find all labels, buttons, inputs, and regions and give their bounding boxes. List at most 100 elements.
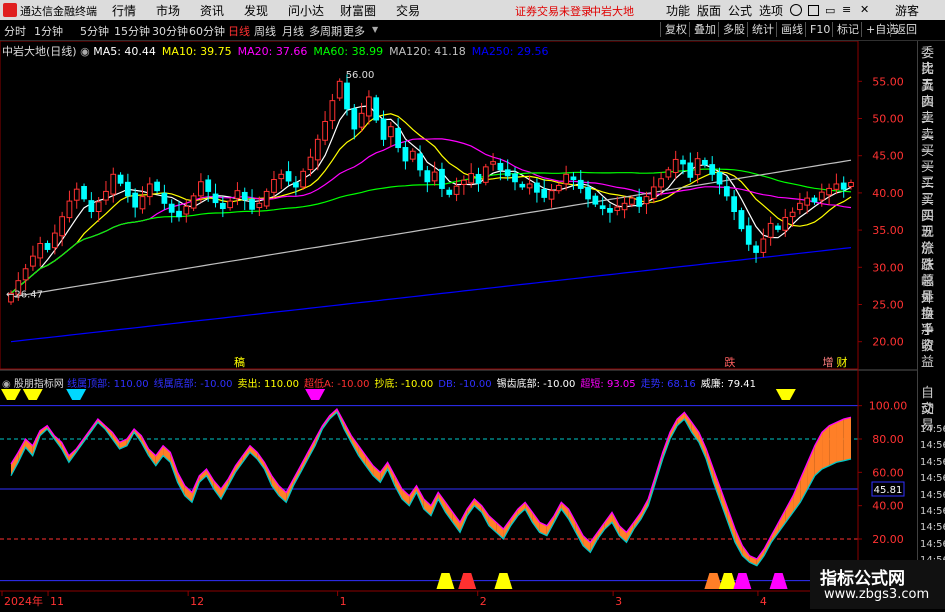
f10-button[interactable]: F10 xyxy=(805,22,834,37)
tab-daily[interactable]: 日线 xyxy=(228,23,250,39)
candle[interactable] xyxy=(59,216,66,237)
ma-settings-icon[interactable]: ◉ xyxy=(80,45,90,58)
more-dropdown-icon[interactable]: ▼ xyxy=(372,25,378,34)
candle[interactable] xyxy=(628,197,635,205)
candle[interactable] xyxy=(190,195,197,209)
event-mark[interactable]: 增 xyxy=(822,355,833,369)
menu-item-options[interactable]: 选项 xyxy=(759,2,783,19)
sell-signal-marker[interactable] xyxy=(775,389,796,400)
candle[interactable] xyxy=(37,242,44,259)
candle[interactable] xyxy=(66,200,73,219)
event-mark[interactable]: 稿 xyxy=(234,355,245,369)
candle[interactable] xyxy=(672,158,679,174)
candle[interactable] xyxy=(300,170,307,188)
menu-icon[interactable]: ≡ xyxy=(842,3,851,16)
candle[interactable] xyxy=(402,147,409,162)
candle[interactable] xyxy=(176,210,182,218)
restore-icon[interactable]: ▭ xyxy=(825,4,835,17)
candle[interactable] xyxy=(292,182,299,188)
candle[interactable] xyxy=(723,186,730,197)
candle[interactable] xyxy=(818,191,825,201)
candle[interactable] xyxy=(30,255,36,267)
tab-1min[interactable]: 1分钟 xyxy=(34,23,63,39)
draw-line-button[interactable]: 画线 xyxy=(776,22,807,37)
candle[interactable] xyxy=(431,171,438,182)
tab-30min[interactable]: 30分钟 xyxy=(152,23,188,39)
overlay-button[interactable]: 叠加 xyxy=(689,22,720,37)
tab-intraday[interactable]: 分时 xyxy=(4,23,26,39)
candle[interactable] xyxy=(504,169,511,177)
candle[interactable] xyxy=(198,181,204,197)
candle[interactable] xyxy=(212,193,219,204)
candle[interactable] xyxy=(51,232,58,249)
candle[interactable] xyxy=(680,159,686,165)
menu-item-market[interactable]: 市场 xyxy=(156,2,180,19)
indicator-settings-icon[interactable]: ◉ xyxy=(2,379,11,390)
candle[interactable] xyxy=(512,173,518,183)
candle[interactable] xyxy=(585,187,591,200)
candle[interactable] xyxy=(139,196,146,210)
candle[interactable] xyxy=(439,168,445,189)
menu-item-ask[interactable]: 问小达 xyxy=(288,2,324,19)
candle[interactable] xyxy=(738,210,745,230)
tab-5min[interactable]: 5分钟 xyxy=(80,23,109,39)
candle[interactable] xyxy=(373,97,380,121)
chart-svg[interactable]: 20.00 25.00 30.00 35.00 40.00 45.00 50.00 55.00… xyxy=(0,40,917,609)
candle[interactable] xyxy=(789,211,796,218)
candle[interactable] xyxy=(110,173,117,195)
indicator-name[interactable]: 股朋指标网 xyxy=(14,379,64,390)
menu-item-wealth[interactable]: 财富圈 xyxy=(340,2,376,19)
tab-more[interactable]: 更多 xyxy=(343,23,365,39)
candle[interactable] xyxy=(322,120,328,141)
candle[interactable] xyxy=(563,173,570,185)
candle[interactable] xyxy=(541,188,548,198)
candle[interactable] xyxy=(848,181,854,188)
candle[interactable] xyxy=(519,183,526,188)
candle[interactable] xyxy=(154,181,160,192)
candle[interactable] xyxy=(183,205,190,215)
candle[interactable] xyxy=(767,222,774,238)
candle[interactable] xyxy=(22,268,29,281)
tab-60min[interactable]: 60分钟 xyxy=(189,23,225,39)
menu-item-quotes[interactable]: 行情 xyxy=(112,2,136,19)
candle[interactable] xyxy=(577,179,584,189)
tab-weekly[interactable]: 周线 xyxy=(254,23,276,39)
sell-signal-marker[interactable] xyxy=(22,389,43,400)
candle[interactable] xyxy=(548,190,555,200)
candle[interactable] xyxy=(263,190,270,207)
candle[interactable] xyxy=(271,179,277,193)
candle[interactable] xyxy=(497,162,504,171)
candle[interactable] xyxy=(453,185,460,195)
candle[interactable] xyxy=(241,191,248,201)
candle[interactable] xyxy=(81,186,87,200)
candle[interactable] xyxy=(329,100,336,122)
candle[interactable] xyxy=(826,187,832,196)
candle[interactable] xyxy=(709,164,716,175)
sell-signal-marker[interactable] xyxy=(66,389,87,400)
candle[interactable] xyxy=(643,196,650,205)
candle[interactable] xyxy=(650,186,657,199)
candle[interactable] xyxy=(249,199,255,210)
candle[interactable] xyxy=(833,183,840,190)
candle[interactable] xyxy=(124,181,131,197)
candle[interactable] xyxy=(607,208,613,213)
candle[interactable] xyxy=(665,169,672,178)
buy-signal-marker[interactable] xyxy=(458,573,477,589)
candle[interactable] xyxy=(796,202,803,211)
candle[interactable] xyxy=(745,225,752,245)
candle[interactable] xyxy=(117,174,124,184)
menu-item-function[interactable]: 功能 xyxy=(666,2,690,19)
tab-multi-period[interactable]: 多周期 xyxy=(309,23,342,39)
candle[interactable] xyxy=(760,238,767,253)
buy-signal-marker[interactable] xyxy=(769,573,788,589)
candle[interactable] xyxy=(44,242,51,250)
restore-rights-button[interactable]: 复权 xyxy=(660,22,691,37)
menu-item-trade[interactable]: 交易 xyxy=(396,2,420,19)
candle[interactable] xyxy=(592,195,599,205)
candle[interactable] xyxy=(168,203,175,213)
candle[interactable] xyxy=(534,182,540,193)
menu-item-layout[interactable]: 版面 xyxy=(697,2,721,19)
login-warning[interactable]: 证券交易未登录 xyxy=(515,3,592,19)
candle[interactable] xyxy=(103,190,109,201)
candle[interactable] xyxy=(278,173,285,180)
